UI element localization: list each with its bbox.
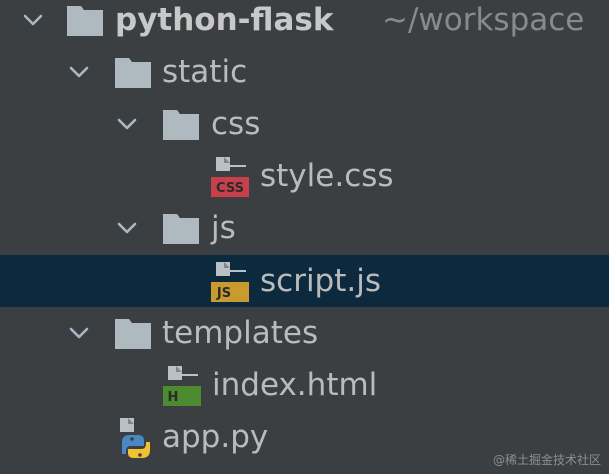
folder-label-templates: templates (162, 315, 319, 351)
chevron-down-icon[interactable] (20, 7, 46, 33)
file-label-index-html: index.html (212, 367, 378, 403)
tree-row-js[interactable]: js (0, 202, 609, 254)
file-label-app-py: app.py (162, 419, 269, 455)
folder-icon (115, 58, 151, 88)
folder-icon (163, 214, 199, 244)
tree-row-project-root[interactable]: python-flask ~/workspace (0, 0, 609, 46)
html-badge-text: H (168, 390, 179, 405)
chevron-down-icon[interactable] (66, 59, 92, 85)
tree-row-templates[interactable]: templates (0, 307, 609, 359)
chevron-down-icon[interactable] (66, 320, 92, 346)
project-path-hint: ~/workspace (382, 2, 585, 38)
folder-label-static: static (162, 54, 248, 90)
project-name: python-flask (115, 2, 334, 38)
tree-row-script-js[interactable]: JS script.js (0, 255, 609, 307)
python-file-icon (120, 418, 150, 458)
file-label-style-css: style.css (260, 158, 394, 194)
project-tree: python-flask ~/workspace static css CSS … (0, 0, 609, 474)
chevron-down-icon[interactable] (114, 111, 140, 137)
folder-icon (163, 110, 199, 140)
tree-row-css[interactable]: css (0, 98, 609, 150)
js-file-icon: JS (211, 262, 249, 302)
folder-label-css: css (211, 106, 261, 142)
css-badge-text: CSS (216, 181, 244, 196)
tree-row-static[interactable]: static (0, 46, 609, 98)
js-badge-text: JS (216, 286, 231, 301)
folder-icon (115, 319, 151, 349)
folder-icon (67, 6, 103, 36)
chevron-down-icon[interactable] (114, 215, 140, 241)
folder-label-js: js (211, 210, 236, 246)
watermark: @稀土掘金技术社区 (492, 453, 601, 467)
tree-row-style-css[interactable]: CSS style.css (0, 150, 609, 202)
tree-row-index-html[interactable]: H index.html (0, 359, 609, 411)
css-file-icon: CSS (211, 157, 249, 197)
file-label-script-js: script.js (260, 263, 382, 299)
html-file-icon: H (163, 366, 201, 406)
